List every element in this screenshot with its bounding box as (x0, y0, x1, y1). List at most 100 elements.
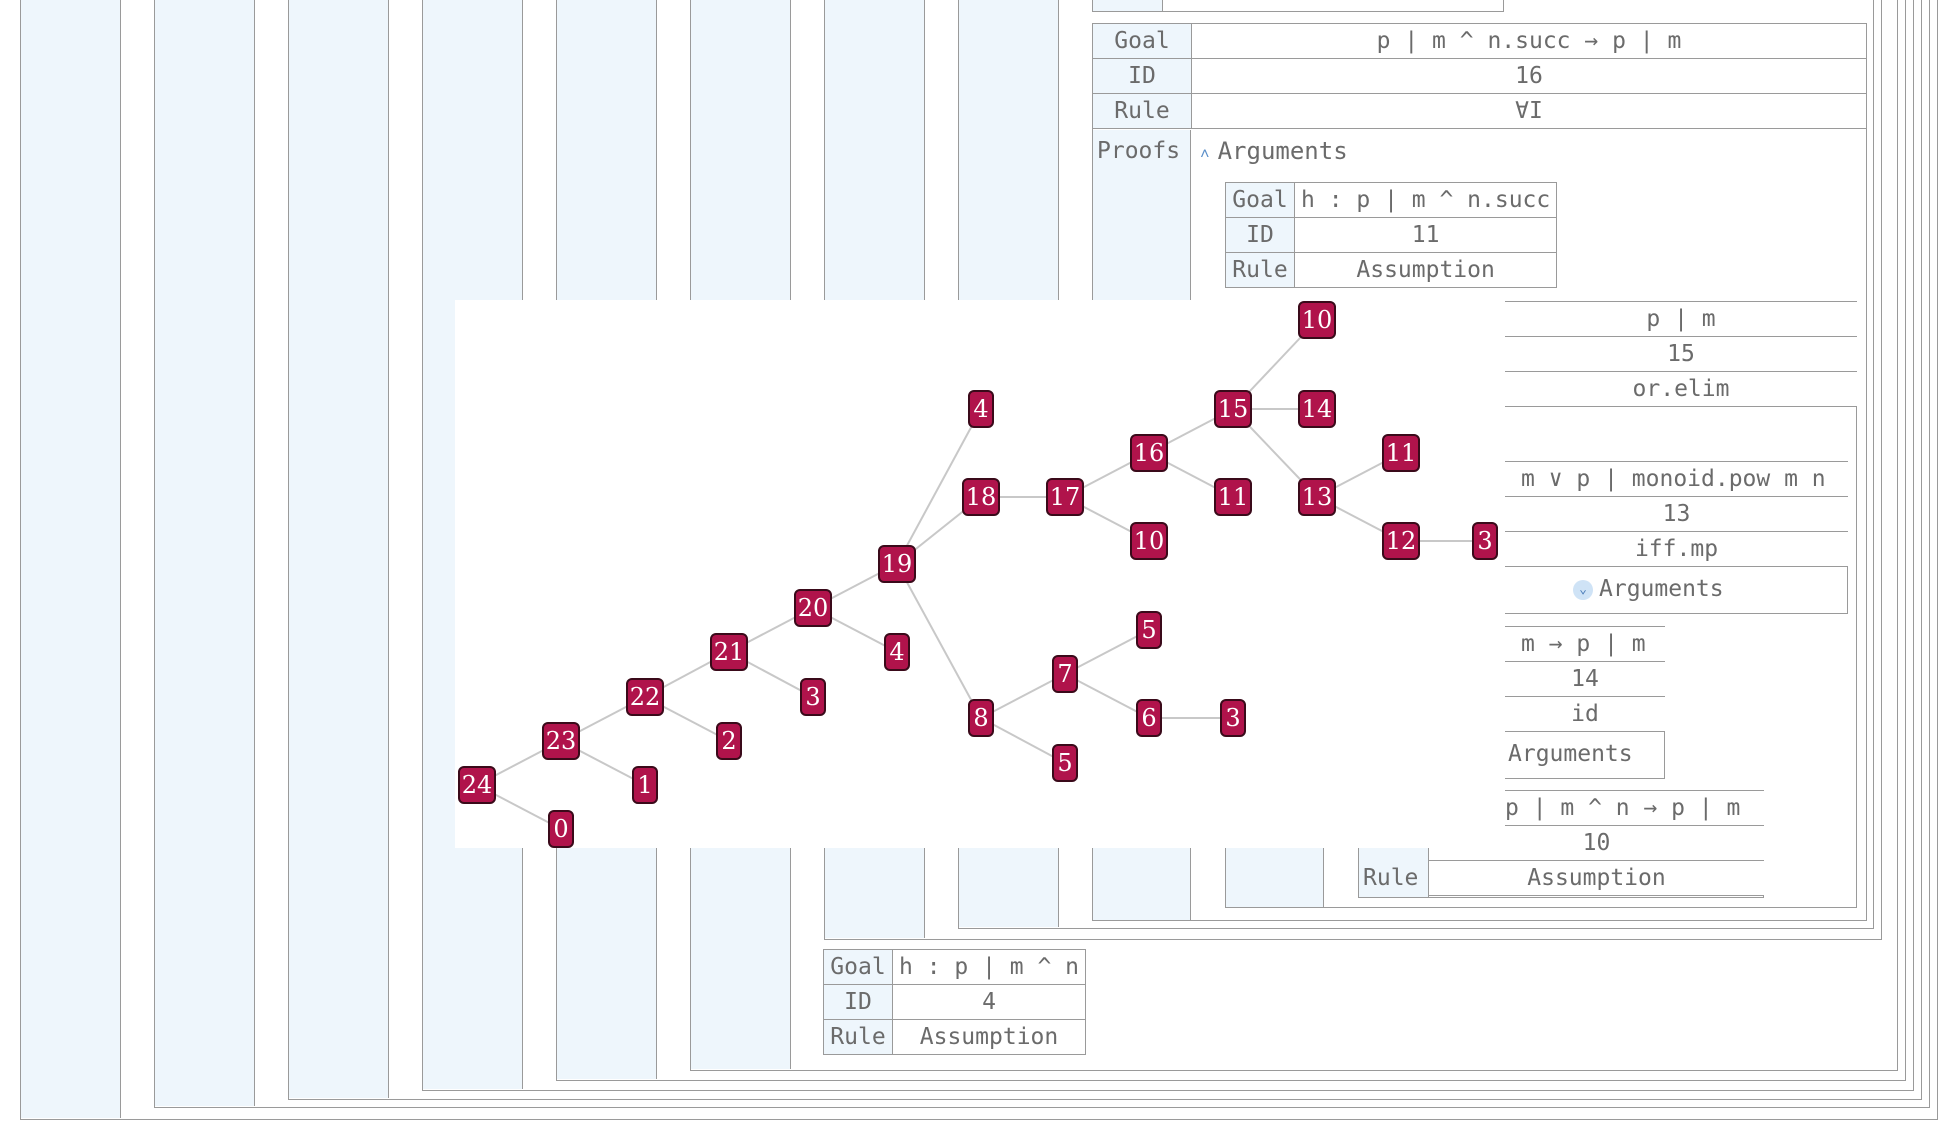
graph-node-n21[interactable]: 21 (710, 633, 748, 671)
graph-node-label: 17 (1050, 483, 1081, 511)
graph-node-n11b[interactable]: 11 (1382, 434, 1420, 472)
node-14-rule-row: id (1505, 696, 1665, 732)
graph-node-label: 11 (1218, 483, 1249, 511)
graph-node-label: 13 (1302, 483, 1333, 511)
graph-node-n3b[interactable]: 3 (1220, 699, 1246, 737)
graph-node-n5b[interactable]: 5 (1136, 611, 1162, 649)
rule-key: Rule (1092, 93, 1192, 129)
graph-node-label: 24 (462, 771, 493, 799)
graph-node-n17[interactable]: 17 (1046, 478, 1084, 516)
id-key: ID (823, 984, 893, 1020)
graph-node-label: 11 (1386, 439, 1417, 467)
graph-node-n3a[interactable]: 3 (800, 678, 826, 716)
graph-node-label: 4 (889, 638, 904, 666)
graph-node-n3c[interactable]: 3 (1472, 522, 1498, 560)
graph-node-label: 3 (805, 683, 820, 711)
node-14-arguments-toggle[interactable]: Arguments (1508, 741, 1633, 767)
goal-value: h : p ∣ m ^ n (891, 949, 1087, 985)
rule-row: Rule Assumption (823, 1019, 1087, 1055)
graph-node-n14[interactable]: 14 (1298, 390, 1336, 428)
graph-node-n22[interactable]: 22 (626, 678, 664, 716)
arguments-toggle[interactable]: ˄ Arguments (1200, 137, 1348, 165)
proof-node-4-table: Goal h : p ∣ m ^ n ID 4 Rule Assumption (823, 949, 1087, 1055)
proof-tree-graph-svg: 2402312222132041941881775161056151131014… (458, 301, 1498, 848)
graph-node-label: 3 (1477, 527, 1492, 555)
node-13-rule-value: iff.mp (1634, 536, 1719, 562)
graph-node-label: 6 (1141, 704, 1156, 732)
graph-node-n4b[interactable]: 4 (968, 390, 994, 428)
graph-node-n20[interactable]: 20 (794, 589, 832, 627)
graph-node-n1[interactable]: 1 (632, 766, 658, 804)
graph-node-n16[interactable]: 16 (1130, 434, 1168, 472)
node-14-goal-row: m → p ∣ m (1505, 626, 1665, 662)
chevron-up-icon: ˄ (1200, 144, 1210, 163)
node-14-id-row: 14 (1505, 661, 1665, 697)
arguments-label: Arguments (1217, 137, 1348, 165)
graph-node-n23[interactable]: 23 (542, 722, 580, 760)
rule-value: Assumption (1293, 252, 1558, 288)
graph-node-label: 21 (714, 638, 745, 666)
id-row: ID 11 (1225, 217, 1558, 253)
graph-node-label: 18 (966, 483, 997, 511)
goal-key: Goal (1092, 23, 1192, 59)
goal-row: Goal p ∣ m ^ n.succ → p ∣ m (1092, 23, 1867, 59)
graph-node-label: 1 (637, 771, 652, 799)
graph-node-n7[interactable]: 7 (1052, 655, 1078, 693)
graph-node-n10a[interactable]: 10 (1130, 522, 1168, 560)
graph-node-label: 3 (1225, 704, 1240, 732)
node-15-id-row: 15 (1505, 336, 1857, 372)
graph-node-n19[interactable]: 19 (878, 545, 916, 583)
graph-node-n13[interactable]: 13 (1298, 478, 1336, 516)
node-14-id-value: 14 (1571, 666, 1599, 692)
graph-node-n15[interactable]: 15 (1214, 390, 1252, 428)
graph-node-n5a[interactable]: 5 (1052, 744, 1078, 782)
goal-key: Goal (823, 949, 893, 985)
node-13-id-row: 13 (1505, 496, 1848, 532)
graph-node-n0[interactable]: 0 (548, 810, 574, 848)
graph-node-label: 10 (1302, 306, 1333, 334)
rule-row: Rule Assumption (1225, 252, 1558, 288)
graph-node-n12[interactable]: 12 (1382, 522, 1420, 560)
graph-node-n11a[interactable]: 11 (1214, 478, 1252, 516)
node-10-goal-row: p ∣ m ^ n → p ∣ m (1505, 790, 1764, 826)
id-value: 11 (1293, 217, 1558, 253)
node-15-rule-value: or.elim (1632, 376, 1730, 402)
rule-key: Rule (1225, 252, 1295, 288)
node-14-arguments-label: Arguments (1508, 741, 1633, 767)
graph-node-label: 16 (1134, 439, 1165, 467)
proofs-label: Proofs (1097, 138, 1181, 164)
goal-value: h : p ∣ m ^ n.succ (1293, 182, 1558, 218)
graph-node-n8[interactable]: 8 (968, 699, 994, 737)
graph-node-n24[interactable]: 24 (458, 766, 496, 804)
graph-node-n4a[interactable]: 4 (884, 633, 910, 671)
graph-node-label: 0 (553, 815, 568, 843)
graph-node-label: 14 (1302, 395, 1333, 423)
graph-node-label: 12 (1386, 527, 1417, 555)
chevron-down-icon: ⌄ (1573, 579, 1593, 600)
graph-node-n10b[interactable]: 10 (1298, 301, 1336, 339)
id-key: ID (1225, 217, 1295, 253)
graph-node-label: 23 (546, 727, 577, 755)
node-10-rule-row: Assumption (1429, 860, 1764, 896)
graph-node-n18[interactable]: 18 (962, 478, 1000, 516)
proof-node-11-table: Goal h : p ∣ m ^ n.succ ID 11 Rule Assum… (1225, 182, 1558, 288)
graph-node-n2[interactable]: 2 (716, 722, 742, 760)
graph-node-label: 15 (1218, 395, 1249, 423)
proof-label-column-3 (289, 0, 389, 1098)
graph-node-label: 10 (1134, 527, 1165, 555)
graph-node-label: 4 (973, 395, 988, 423)
id-row: ID 16 (1092, 58, 1867, 94)
proof-tree-graph: 24 0 23 1 22 2 21 3 20 4 19 4 18 8 17 7 5 16 10 5 6 15 11 3 10 14… (455, 300, 1505, 848)
node-13-goal-value: m ∨ p ∣ monoid.pow m n (1521, 466, 1826, 492)
rule-value: ∀I (1191, 93, 1867, 129)
previous-table-stub-key (1093, 0, 1163, 11)
node-13-id-value: 13 (1662, 501, 1691, 527)
goal-key: Goal (1225, 182, 1295, 218)
graph-node-n6[interactable]: 6 (1136, 699, 1162, 737)
node-13-arguments-toggle[interactable]: ⌄ Arguments (1573, 576, 1724, 602)
graph-node-label: 5 (1141, 616, 1156, 644)
proof-label-column-1 (21, 0, 121, 1118)
node-14-goal-value: m → p ∣ m (1521, 631, 1646, 657)
id-row: ID 4 (823, 984, 1087, 1020)
graph-node-label: 7 (1057, 660, 1072, 688)
